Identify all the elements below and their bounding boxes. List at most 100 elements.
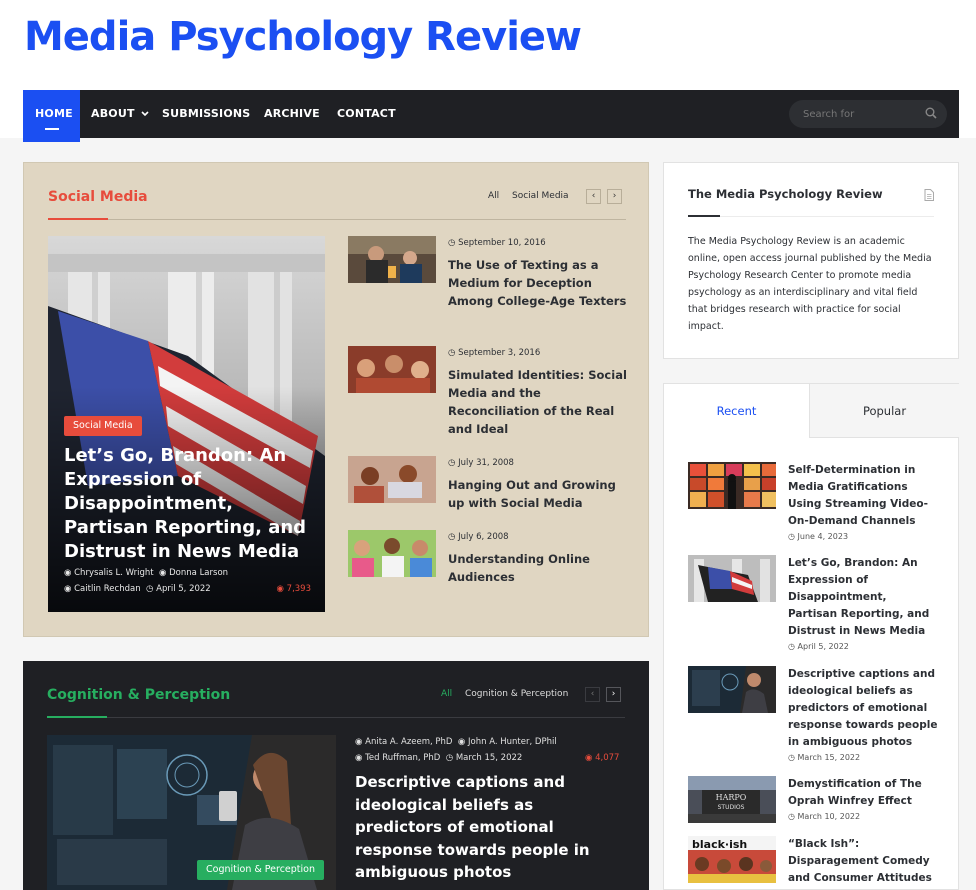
post-title[interactable]: Let’s Go, Brandon: An Expression of Disa…	[788, 555, 938, 640]
clock-icon: ◷	[448, 532, 459, 542]
view-count: ◉ 7,393	[277, 584, 311, 594]
author-name[interactable]: Caitlin Rechdan	[74, 584, 140, 594]
tab-popular[interactable]: Popular	[810, 384, 959, 438]
category-badge[interactable]: Social Media	[64, 416, 142, 436]
post-date: ◷ April 5, 2022	[788, 642, 849, 651]
filter-all[interactable]: All	[441, 689, 452, 699]
cognition-section: Cognition & Perception All Cognition & P…	[23, 661, 649, 890]
social-media-section: Social Media All Social Media ‹ › Social…	[23, 162, 649, 637]
clock-icon: ◷	[445, 753, 454, 763]
post-title[interactable]: Understanding Online Audiences	[448, 550, 628, 586]
post-thumbnail[interactable]: HARPO STUDIOS	[688, 776, 776, 823]
nav-item-contact[interactable]: CONTACT	[337, 90, 396, 138]
post-date: ◷ March 15, 2022	[788, 753, 860, 762]
post-thumbnail[interactable]	[348, 346, 436, 393]
clock-icon: ◷	[788, 753, 798, 762]
site-logo[interactable]: Media Psychology Review	[24, 14, 582, 60]
view-count-value: 7,393	[286, 584, 311, 594]
author-icon: ◉	[159, 568, 167, 578]
about-widget: The Media Psychology Review The Media Ps…	[663, 162, 959, 359]
post-title[interactable]: Self-Determination in Media Gratificatio…	[788, 462, 938, 530]
next-arrow-icon[interactable]: ›	[607, 189, 622, 204]
post-thumbnail[interactable]	[688, 666, 776, 713]
main-nav: HOME ABOUT SUBMISSIONS ARCHIVE CONTACT	[23, 90, 959, 142]
author-name[interactable]: Anita A. Azeem, PhD	[365, 737, 452, 747]
post-date-value: April 5, 2022	[797, 642, 849, 651]
list-item[interactable]: ◷ July 6, 2008 Understanding Online Audi…	[348, 530, 628, 630]
nav-item-archive[interactable]: ARCHIVE	[264, 90, 320, 138]
section-accent-line	[48, 218, 108, 220]
post-date-value: September 3, 2016	[458, 348, 541, 358]
post-title[interactable]: The Use of Texting as a Medium for Decep…	[448, 256, 628, 310]
list-item[interactable]: ◷ September 10, 2016 The Use of Texting …	[348, 236, 628, 336]
post-thumbnail[interactable]	[348, 456, 436, 503]
post-title[interactable]: Descriptive captions and ideological bel…	[788, 666, 938, 751]
featured-post[interactable]: Social Media Let’s Go, Brandon: An Expre…	[48, 236, 325, 612]
post-date-value: June 4, 2023	[797, 532, 849, 541]
section-divider	[47, 717, 625, 718]
view-count-value: 4,077	[595, 753, 620, 763]
author-icon: ◉	[457, 737, 466, 747]
clock-icon: ◷	[146, 584, 154, 594]
post-title[interactable]: Simulated Identities: Social Media and t…	[448, 366, 628, 438]
nav-item-about[interactable]: ABOUT	[91, 90, 149, 138]
author-meta: ◉ Caitlin Rechdan ◷ April 5, 2022	[64, 584, 211, 594]
author-name[interactable]: Donna Larson	[169, 568, 228, 578]
post-title[interactable]: Demystification of The Oprah Winfrey Eff…	[788, 776, 938, 810]
next-arrow-icon[interactable]: ›	[606, 687, 621, 702]
svg-text:STUDIOS: STUDIOS	[718, 804, 745, 811]
chevron-down-icon	[141, 111, 149, 117]
widget-divider	[688, 216, 934, 217]
section-title: Social Media	[48, 189, 148, 205]
prev-arrow-icon[interactable]: ‹	[586, 189, 601, 204]
post-date: March 15, 2022	[455, 753, 523, 763]
filter-all[interactable]: All	[488, 191, 499, 201]
featured-title[interactable]: Let’s Go, Brandon: An Expression of Disa…	[64, 444, 314, 564]
widget-accent-line	[688, 215, 720, 217]
view-count: ◉ 4,077	[585, 753, 619, 763]
post-date: ◷ July 31, 2008	[448, 458, 514, 468]
post-date-value: July 31, 2008	[458, 458, 514, 468]
post-date: April 5, 2022	[156, 584, 211, 594]
nav-item-submissions[interactable]: SUBMISSIONS	[162, 90, 250, 138]
author-meta: ◉ Anita A. Azeem, PhD ◉ John A. Hunter, …	[355, 737, 557, 747]
author-name[interactable]: Chrysalis L. Wright	[74, 568, 153, 578]
post-title[interactable]: “Black Ish”: Disparagement Comedy and Co…	[788, 836, 938, 887]
post-date-value: March 15, 2022	[797, 753, 861, 762]
tab-recent[interactable]: Recent	[664, 384, 810, 438]
prev-arrow-icon[interactable]: ‹	[585, 687, 600, 702]
category-badge[interactable]: Cognition & Perception	[197, 860, 325, 880]
post-thumbnail[interactable]: black·ish	[688, 836, 776, 883]
post-date-value: July 6, 2008	[458, 532, 509, 542]
author-icon: ◉	[355, 753, 363, 763]
clock-icon: ◷	[788, 812, 798, 821]
widget-text: The Media Psychology Review is an academ…	[688, 236, 932, 332]
search-icon[interactable]	[925, 107, 937, 119]
author-icon: ◉	[64, 584, 72, 594]
post-title[interactable]: Hanging Out and Growing up with Social M…	[448, 476, 628, 512]
site-header: Media Psychology Review HOME ABOUT SUBMI…	[0, 0, 976, 142]
post-thumbnail[interactable]	[348, 530, 436, 577]
filter-social-media[interactable]: Social Media	[512, 191, 569, 201]
search-box	[789, 100, 947, 128]
post-thumbnail[interactable]	[688, 462, 776, 509]
svg-text:HARPO: HARPO	[716, 793, 747, 802]
author-name[interactable]: John A. Hunter, DPhil	[468, 737, 557, 747]
nav-item-home[interactable]: HOME	[23, 90, 80, 142]
filter-cognition[interactable]: Cognition & Perception	[465, 689, 568, 699]
post-thumbnail[interactable]	[348, 236, 436, 283]
featured-post[interactable]: Cognition & Perception	[47, 735, 336, 890]
clock-icon: ◷	[788, 642, 798, 651]
author-icon: ◉	[64, 568, 72, 578]
author-meta: ◉ Ted Ruffman, PhD ◷ March 15, 2022	[355, 753, 522, 763]
author-name[interactable]: Ted Ruffman, PhD	[365, 753, 440, 763]
clock-icon: ◷	[788, 532, 798, 541]
eye-icon: ◉	[276, 584, 284, 594]
nav-item-about-label: ABOUT	[91, 107, 135, 120]
list-item[interactable]: ◷ September 3, 2016 Simulated Identities…	[348, 346, 628, 446]
svg-text:black·ish: black·ish	[692, 838, 747, 851]
search-input[interactable]	[803, 100, 913, 128]
post-thumbnail[interactable]	[688, 555, 776, 602]
section-accent-line	[47, 716, 107, 718]
featured-title[interactable]: Descriptive captions and ideological bel…	[355, 771, 625, 884]
